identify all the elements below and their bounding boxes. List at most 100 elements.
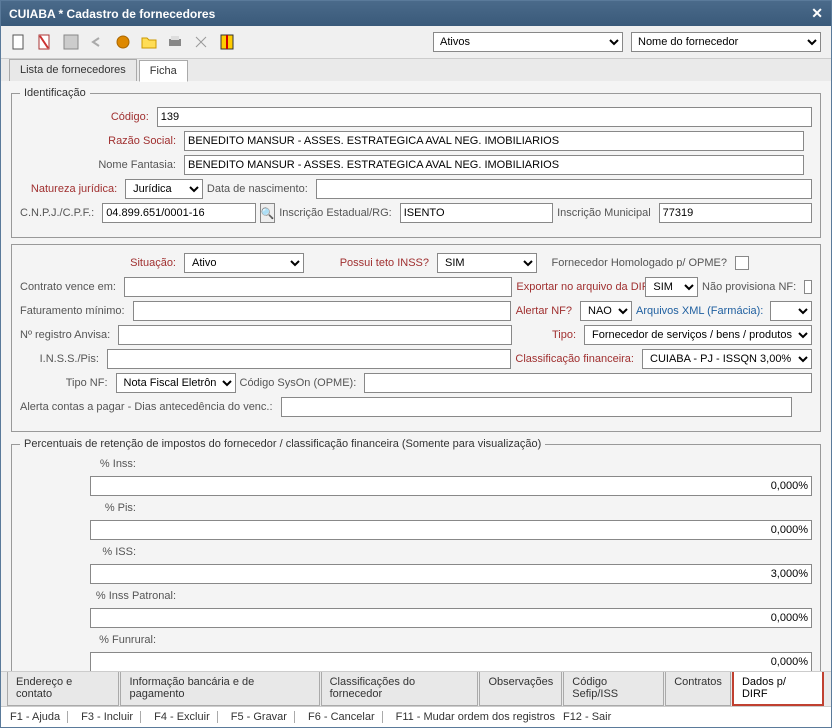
classfin-select[interactable]: CUIABA - PJ - ISSQN 3,00% [642, 349, 812, 369]
dtnasc-label: Data de nascimento: [207, 183, 312, 195]
filter-status-select[interactable]: Ativos [433, 32, 623, 52]
undo-icon[interactable] [89, 34, 105, 50]
delete-icon[interactable] [37, 34, 53, 50]
pis-label: % Pis: [90, 502, 140, 514]
anvisa-input[interactable] [118, 325, 512, 345]
window-title: CUIABA * Cadastro de fornecedores [9, 7, 215, 21]
insspat-label: % Inss Patronal: [90, 590, 180, 602]
percentuais-legend: Percentuais de retenção de impostos do f… [20, 438, 545, 450]
tiponf-label: Tipo NF: [20, 377, 112, 389]
insspis-input[interactable] [107, 349, 511, 369]
tab-ficha[interactable]: Ficha [139, 60, 188, 82]
detalhes-fieldset: Situação: Ativo Possui teto INSS? SIM Fo… [11, 244, 821, 432]
contrato-label: Contrato vence em: [20, 281, 120, 293]
teto-select[interactable]: SIM [437, 253, 537, 273]
tipo-select[interactable]: Fornecedor de serviços / bens / produtos [584, 325, 812, 345]
status-f4: F4 - Excluir [151, 711, 213, 723]
im-label: Inscrição Municipal [557, 207, 655, 219]
close-icon[interactable]: ✕ [811, 5, 823, 22]
inss-label: % Inss: [90, 458, 140, 470]
cnpj-label: C.N.P.J./C.P.F.: [20, 207, 98, 219]
percentuais-fieldset: Percentuais de retenção de impostos do f… [11, 438, 821, 671]
status-f12: F12 - Sair [560, 711, 614, 723]
btab-sefip[interactable]: Código Sefip/ISS [563, 672, 664, 706]
cnpj-lookup-icon[interactable]: 🔍 [260, 203, 276, 223]
alerta-input[interactable] [281, 397, 792, 417]
insspat-input [90, 608, 812, 628]
classfin-label: Classificação financeira: [515, 353, 638, 365]
alerta-label: Alerta contas a pagar - Dias antecedênci… [20, 401, 277, 413]
status-f6: F6 - Cancelar [305, 711, 378, 723]
bottom-tabbar: Endereço e contato Informação bancária e… [1, 671, 831, 706]
tool1-icon[interactable] [115, 34, 131, 50]
content-area: Identificação Código: Razão Social: Nome… [1, 81, 831, 671]
titlebar: CUIABA * Cadastro de fornecedores ✕ [1, 1, 831, 26]
toolbar: Ativos Nome do fornecedor [1, 26, 831, 59]
identificacao-fieldset: Identificação Código: Razão Social: Nome… [11, 87, 821, 238]
status-f1: F1 - Ajuda [7, 711, 63, 723]
ierg-input[interactable] [400, 203, 553, 223]
funrural-input [90, 652, 812, 671]
btab-obs[interactable]: Observações [479, 672, 562, 706]
tab-lista[interactable]: Lista de fornecedores [9, 59, 137, 81]
dtnasc-input[interactable] [316, 179, 812, 199]
anvisa-label: Nº registro Anvisa: [20, 329, 114, 341]
status-f3: F3 - Incluir [78, 711, 136, 723]
export-label: Exportar no arquivo da DIRF: [516, 281, 641, 293]
naoprov-label: Não provisiona NF: [702, 281, 800, 293]
natjur-select[interactable]: Jurídica [125, 179, 203, 199]
fantasia-label: Nome Fantasia: [20, 159, 180, 171]
fantasia-input[interactable] [184, 155, 804, 175]
ierg-label: Inscrição Estadual/RG: [279, 207, 396, 219]
btab-class[interactable]: Classificações do fornecedor [321, 672, 479, 706]
naoprov-checkbox[interactable] [804, 280, 812, 294]
btab-banco[interactable]: Informação bancária e de pagamento [120, 672, 319, 706]
sit-label: Situação: [20, 257, 180, 269]
natjur-label: Natureza jurídica: [20, 183, 121, 195]
tipo-label: Tipo: [516, 329, 580, 341]
identificacao-legend: Identificação [20, 87, 90, 99]
btab-contratos[interactable]: Contratos [665, 672, 731, 706]
folder-icon[interactable] [141, 34, 157, 50]
alertanf-select[interactable]: NAO [580, 301, 632, 321]
tool2-icon[interactable] [193, 34, 209, 50]
filter-sort-select[interactable]: Nome do fornecedor [631, 32, 821, 52]
codigo-label: Código: [20, 111, 153, 123]
main-window: CUIABA * Cadastro de fornecedores ✕ Ativ… [0, 0, 832, 728]
save-icon[interactable] [63, 34, 79, 50]
insspis-label: I.N.S.S./Pis: [20, 353, 103, 365]
im-input[interactable] [659, 203, 812, 223]
teto-label: Possui teto INSS? [308, 257, 433, 269]
new-icon[interactable] [11, 34, 27, 50]
status-f5: F5 - Gravar [228, 711, 290, 723]
fatmin-input[interactable] [133, 301, 511, 321]
exit-icon[interactable] [219, 34, 235, 50]
export-select[interactable]: SIM [645, 277, 698, 297]
xml-label: Arquivos XML (Farmácia): [636, 305, 766, 317]
btab-endereco[interactable]: Endereço e contato [7, 672, 119, 706]
pis-input [90, 520, 812, 540]
sit-select[interactable]: Ativo [184, 253, 304, 273]
xml-select[interactable] [770, 301, 812, 321]
statusbar: F1 - Ajuda F3 - Incluir F4 - Excluir F5 … [1, 706, 831, 727]
homolog-checkbox[interactable] [735, 256, 749, 270]
btab-dirf[interactable]: Dados p/ DIRF [732, 672, 824, 706]
codigo-input[interactable] [157, 107, 812, 127]
contrato-input[interactable] [124, 277, 512, 297]
cnpj-input[interactable] [102, 203, 255, 223]
iss-label: % ISS: [90, 546, 140, 558]
funrural-label: % Funrural: [90, 634, 160, 646]
print-icon[interactable] [167, 34, 183, 50]
top-tabbar: Lista de fornecedores Ficha [1, 59, 831, 81]
razao-input[interactable] [184, 131, 804, 151]
syson-input[interactable] [364, 373, 812, 393]
tiponf-select[interactable]: Nota Fiscal Eletrônica [116, 373, 236, 393]
inss-input [90, 476, 812, 496]
iss-input [90, 564, 812, 584]
status-f11: F11 - Mudar ordem dos registros [393, 711, 558, 723]
razao-label: Razão Social: [20, 135, 180, 147]
alertanf-label: Alertar NF? [515, 305, 576, 317]
homolog-label: Fornecedor Homologado p/ OPME? [541, 257, 731, 269]
fatmin-label: Faturamento mínimo: [20, 305, 129, 317]
syson-label: Código SysOn (OPME): [240, 377, 361, 389]
